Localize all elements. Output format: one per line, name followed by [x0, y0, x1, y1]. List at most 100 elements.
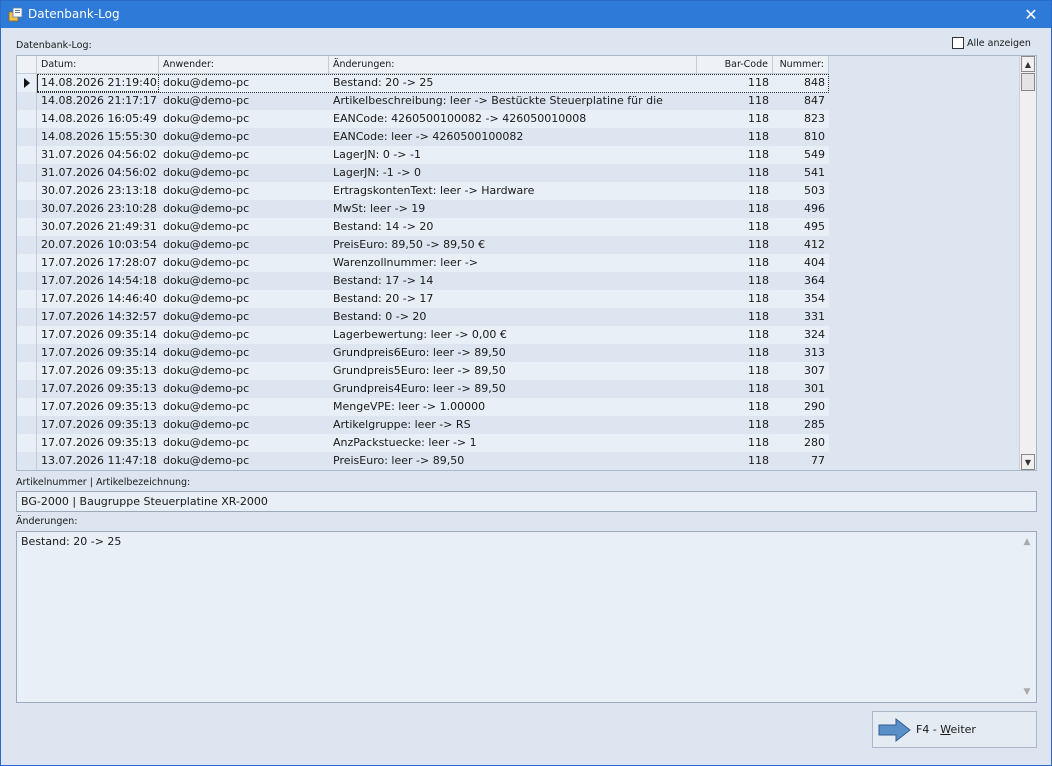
cell-user: doku@demo-pc	[163, 238, 250, 251]
cell-date: 13.07.2026 11:47:18	[41, 454, 157, 467]
close-button[interactable]: ✕	[1011, 1, 1051, 28]
row-indicator	[17, 398, 37, 416]
cell-number: 364	[804, 274, 825, 287]
table-row[interactable]: 30.07.2026 21:49:31 doku@demo-pc Bestand: …	[17, 218, 829, 236]
cell-user: doku@demo-pc	[163, 256, 250, 269]
row-indicator	[17, 308, 37, 326]
cell-date: 17.07.2026 09:35:13	[41, 400, 157, 413]
table-row[interactable]: 17.07.2026 09:35:13 doku@demo-pc Grundprei…	[17, 380, 829, 398]
table-row[interactable]: 17.07.2026 09:35:14 doku@demo-pc Lagerbewe…	[17, 326, 829, 344]
row-indicator	[17, 236, 37, 254]
memo-scroll-up-icon[interactable]: ▲	[1021, 536, 1033, 548]
header-user[interactable]: Anwender:	[159, 56, 329, 74]
cell-date: 14.08.2026 21:17:17	[41, 94, 157, 107]
row-indicator	[17, 434, 37, 452]
table-row[interactable]: 14.08.2026 21:17:17 doku@demo-pc Artikelbe…	[17, 92, 829, 110]
cell-user: doku@demo-pc	[163, 148, 250, 161]
table-row[interactable]: 14.08.2026 15:55:30 doku@demo-pc EANCode: …	[17, 128, 829, 146]
next-button[interactable]: F4 - Weiter	[872, 711, 1037, 748]
cell-date: 17.07.2026 14:54:18	[41, 274, 157, 287]
checkbox-box[interactable]	[952, 37, 964, 49]
table-row[interactable]: 30.07.2026 23:13:18 doku@demo-pc Ertragsko…	[17, 182, 829, 200]
cell-date: 14.08.2026 21:19:40	[37, 74, 159, 92]
table-row[interactable]: 17.07.2026 14:54:18 doku@demo-pc Bestand: …	[17, 272, 829, 290]
header-date[interactable]: Datum:	[37, 56, 159, 74]
cell-number: 404	[804, 256, 825, 269]
table-row[interactable]: 13.07.2026 11:47:18 doku@demo-pc PreisEuro…	[17, 452, 829, 470]
cell-number: 324	[804, 328, 825, 341]
cell-date: 17.07.2026 17:28:07	[41, 256, 157, 269]
cell-barcode: 118	[748, 184, 769, 197]
table-row[interactable]: 17.07.2026 09:35:13 doku@demo-pc MengeVPE:…	[17, 398, 829, 416]
cell-changes: PreisEuro: leer -> 89,50	[333, 454, 465, 467]
table-row[interactable]: 17.07.2026 17:28:07 doku@demo-pc Warenzoll…	[17, 254, 829, 272]
current-row-icon	[24, 78, 30, 88]
window-title: Datenbank-Log	[28, 7, 120, 21]
cell-date: 30.07.2026 23:13:18	[41, 184, 157, 197]
cell-changes: ErtragskontenText: leer -> Hardware	[333, 184, 535, 197]
scroll-thumb[interactable]	[1021, 73, 1035, 91]
cell-changes: MengeVPE: leer -> 1.00000	[333, 400, 486, 413]
table-row[interactable]: 17.07.2026 14:32:57 doku@demo-pc Bestand: …	[17, 308, 829, 326]
show-all-checkbox[interactable]: Alle anzeigen	[952, 37, 1031, 49]
table-row[interactable]: 17.07.2026 09:35:14 doku@demo-pc Grundprei…	[17, 344, 829, 362]
cell-user: doku@demo-pc	[163, 166, 250, 179]
title-bar: Datenbank-Log ✕	[1, 1, 1051, 28]
row-indicator	[17, 164, 37, 182]
memo-scroll-down-icon[interactable]: ▼	[1021, 686, 1033, 698]
cell-number: 848	[804, 76, 825, 89]
cell-user: doku@demo-pc	[163, 436, 250, 449]
cell-user: doku@demo-pc	[163, 310, 250, 323]
cell-date: 17.07.2026 14:32:57	[41, 310, 157, 323]
row-indicator	[17, 380, 37, 398]
article-field[interactable]: BG-2000 | Baugruppe Steuerplatine XR-200…	[16, 491, 1037, 512]
scroll-down-arrow[interactable]: ▼	[1021, 454, 1035, 470]
row-indicator	[17, 74, 37, 92]
table-row[interactable]: 20.07.2026 10:03:54 doku@demo-pc PreisEuro…	[17, 236, 829, 254]
table-row[interactable]: 17.07.2026 14:46:40 doku@demo-pc Bestand: …	[17, 290, 829, 308]
table-row[interactable]: 31.07.2026 04:56:02 doku@demo-pc LagerJN: …	[17, 164, 829, 182]
table-row[interactable]: 30.07.2026 23:10:28 doku@demo-pc MwSt: lee…	[17, 200, 829, 218]
changes-memo[interactable]: Bestand: 20 -> 25 ▲ ▼	[16, 531, 1037, 703]
cell-user: doku@demo-pc	[163, 202, 250, 215]
scroll-up-arrow[interactable]: ▲	[1021, 56, 1035, 72]
table-body: 14.08.2026 21:19:40 doku@demo-pc Bestand: …	[17, 74, 829, 470]
cell-changes: LagerJN: 0 -> -1	[333, 148, 421, 161]
cell-number: 301	[804, 382, 825, 395]
cell-number: 285	[804, 418, 825, 431]
cell-number: 823	[804, 112, 825, 125]
table-row[interactable]: 14.08.2026 16:05:49 doku@demo-pc EANCode: …	[17, 110, 829, 128]
table-row[interactable]: 17.07.2026 09:35:13 doku@demo-pc Artikelgr…	[17, 416, 829, 434]
database-log-window: Datenbank-Log ✕ Datenbank-Log: Alle anze…	[0, 0, 1052, 766]
header-number[interactable]: Nummer:	[773, 56, 829, 74]
cell-date: 17.07.2026 09:35:13	[41, 364, 157, 377]
cell-barcode: 118	[748, 292, 769, 305]
table-scrollbar[interactable]: ▲ ▼	[1019, 56, 1036, 470]
row-indicator	[17, 362, 37, 380]
cell-barcode: 118	[748, 418, 769, 431]
cell-changes: Artikelgruppe: leer -> RS	[333, 418, 471, 431]
cell-user: doku@demo-pc	[163, 364, 250, 377]
cell-date: 30.07.2026 23:10:28	[41, 202, 157, 215]
cell-changes: Bestand: 0 -> 20	[333, 310, 427, 323]
table-row[interactable]: 17.07.2026 09:35:13 doku@demo-pc AnzPackst…	[17, 434, 829, 452]
changes-text: Bestand: 20 -> 25	[21, 535, 122, 548]
table-row[interactable]: 31.07.2026 04:56:02 doku@demo-pc LagerJN: …	[17, 146, 829, 164]
row-indicator	[17, 290, 37, 308]
row-indicator	[17, 326, 37, 344]
table-row[interactable]: 14.08.2026 21:19:40 doku@demo-pc Bestand: …	[17, 74, 829, 93]
article-label: Artikelnummer | Artikelbezeichnung:	[16, 477, 191, 488]
memo-scrollbar[interactable]: ▲ ▼	[1019, 533, 1035, 701]
cell-user: doku@demo-pc	[163, 328, 250, 341]
cell-user: doku@demo-pc	[163, 400, 250, 413]
cell-number: 810	[804, 130, 825, 143]
cell-barcode: 118	[748, 202, 769, 215]
table-row[interactable]: 17.07.2026 09:35:13 doku@demo-pc Grundprei…	[17, 362, 829, 380]
row-indicator	[17, 416, 37, 434]
cell-changes: Lagerbewertung: leer -> 0,00 €	[333, 328, 507, 341]
header-barcode[interactable]: Bar-Code	[697, 56, 773, 74]
cell-barcode: 118	[748, 112, 769, 125]
cell-number: 549	[804, 148, 825, 161]
header-changes[interactable]: Änderungen:	[329, 56, 697, 74]
cell-barcode: 118	[748, 166, 769, 179]
